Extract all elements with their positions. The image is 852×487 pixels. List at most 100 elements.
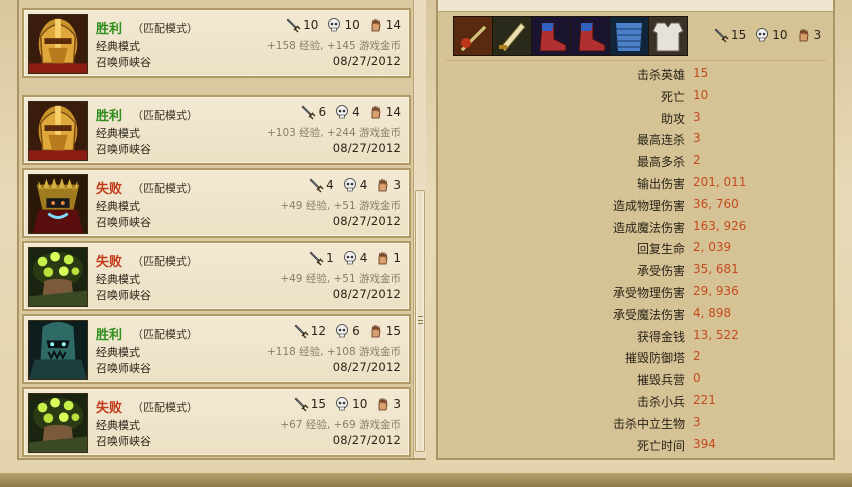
kda-assists: 14: [385, 105, 401, 119]
sword-item-icon[interactable]: [453, 16, 493, 56]
match-result: 胜利: [96, 328, 123, 343]
scroll-grip-icon: [418, 316, 423, 324]
queue-type: 经典模式: [96, 419, 140, 432]
kda-kills: 12: [310, 324, 327, 338]
stat-row: 造成魔法伤害 163, 926: [438, 216, 833, 238]
map-name: 召唤师峡谷: [96, 56, 151, 69]
match-kda: 6 4 14: [300, 103, 401, 121]
stat-value: 10: [693, 87, 709, 102]
stat-label: 承受物理伤害: [612, 286, 685, 300]
stat-row: 承受伤害 35, 681: [438, 259, 833, 281]
match-kda: 12 6 15: [293, 322, 401, 340]
match-result: 失败: [96, 255, 123, 270]
boots-item-icon[interactable]: [570, 16, 610, 56]
skull-icon: [754, 27, 770, 43]
stat-label: 承受魔法伤害: [612, 307, 685, 322]
kda-assists: 3: [393, 397, 401, 411]
match-mode: （匹配模式）: [132, 328, 198, 341]
stat-label: 助攻: [660, 111, 685, 126]
match-row[interactable]: 胜利 （匹配模式） 经典模式 召唤师峡谷 12 6 15 +118 经验, +108 游戏金币…: [22, 314, 411, 384]
sword-icon: [300, 104, 316, 120]
queue-type: 经典模式: [96, 200, 140, 213]
match-result: 失败: [96, 401, 123, 416]
stat-label: 造成魔法伤害: [612, 220, 685, 235]
stat-label: 获得金钱: [636, 329, 685, 344]
kda-kills: 10: [303, 18, 319, 32]
match-row[interactable]: 失败 （匹配模式） 经典模式 召唤师峡谷 1 4 1 +49 经验, +51 游戏金币 08/2…: [22, 241, 411, 311]
queue-type: 经典模式: [96, 273, 140, 286]
stat-value: 15: [693, 66, 709, 80]
kda-deaths: 6: [352, 324, 360, 338]
stat-value: 3: [693, 131, 701, 146]
stat-row: 获得金钱 13, 522: [438, 325, 833, 347]
stat-value: 2: [693, 153, 701, 168]
helping-hand-icon: [368, 323, 384, 339]
scrollbar-thumb[interactable]: [415, 190, 425, 452]
stat-label: 击杀小兵: [636, 395, 685, 409]
stat-row: 死亡 10: [438, 85, 833, 107]
match-result: 失败: [96, 182, 123, 197]
kda-kills: 6: [318, 105, 327, 119]
match-date: 08/27/2012: [332, 287, 401, 301]
stat-row: 输出伤害 201, 011: [438, 172, 833, 194]
armor-item-icon[interactable]: [648, 16, 688, 56]
champion-portrait: [28, 247, 88, 307]
champion-portrait: [28, 14, 88, 74]
kda-assists: 1: [393, 251, 401, 265]
champion-portrait: [28, 101, 88, 161]
match-row[interactable]: 胜利 （匹配模式） 经典模式 召唤师峡谷 6 4 14 +103 经验, +244 游戏金币 0…: [22, 95, 411, 165]
stat-row: 最高多杀 2: [438, 150, 833, 172]
match-mode: （匹配模式）: [132, 182, 198, 195]
stat-row: 造成物理伤害 36, 760: [438, 194, 833, 216]
stat-label: 承受伤害: [636, 264, 685, 279]
skull-icon: [326, 17, 342, 33]
stat-row: 击杀小兵 221: [438, 390, 833, 412]
boots-item-icon[interactable]: [531, 16, 571, 56]
bottom-frame: [0, 473, 852, 487]
blade-item-icon[interactable]: [492, 16, 532, 56]
stat-value: 394: [693, 436, 716, 451]
stat-value: 0: [693, 371, 701, 386]
stat-label: 摧毁兵营: [636, 373, 685, 388]
stat-value: 36, 760: [693, 196, 739, 211]
match-date: 08/27/2012: [332, 214, 401, 228]
map-name: 召唤师峡谷: [96, 143, 151, 156]
stat-label: 回复生命: [636, 242, 685, 257]
skull-icon: [334, 396, 350, 412]
helping-hand-icon: [375, 177, 391, 193]
match-row[interactable]: 失败 （匹配模式） 经典模式 召唤师峡谷 15 10 3 +67 经验, +69 游戏金币 08…: [22, 387, 411, 457]
match-kda: 15 10 3: [293, 395, 401, 413]
kda-deaths: 4: [359, 178, 368, 192]
match-rewards: +67 经验, +69 游戏金币: [280, 419, 401, 431]
match-kda: 4 4 3: [308, 176, 401, 194]
stat-value: 201, 011: [693, 175, 747, 189]
stat-row: 最高连杀 3: [438, 128, 833, 150]
stat-value: 2: [693, 349, 701, 364]
kda-kills: 4: [326, 178, 334, 192]
skull-icon: [342, 250, 358, 266]
sword-icon: [308, 250, 324, 266]
match-mode: （匹配模式）: [132, 22, 198, 35]
champion-portrait: [28, 320, 88, 380]
skull-icon: [334, 323, 350, 339]
kda-kills: 1: [326, 251, 334, 265]
stat-label: 死亡: [660, 89, 685, 104]
stat-row: 死亡时间 394: [438, 434, 833, 456]
stat-row: 摧毁防御塔 2: [438, 346, 833, 368]
item-build: [453, 16, 688, 56]
kda-kills: 15: [310, 397, 327, 411]
kda-deaths: 10: [344, 18, 360, 32]
queue-type: 经典模式: [96, 127, 140, 140]
match-row[interactable]: 失败 （匹配模式） 经典模式 召唤师峡谷 4 4 3 +49 经验, +51 游戏金币 08/2…: [22, 168, 411, 238]
detail-assists: 3: [813, 28, 822, 42]
stat-row: 回复生命 2, 039: [438, 237, 833, 259]
map-name: 召唤师峡谷: [96, 216, 151, 229]
match-mode: （匹配模式）: [132, 109, 198, 122]
match-mode: （匹配模式）: [132, 255, 198, 268]
stat-row: 击杀英雄 15: [438, 63, 833, 85]
stat-label: 造成物理伤害: [612, 198, 685, 213]
chainmail-item-icon[interactable]: [609, 16, 649, 56]
match-list-scrollbar[interactable]: [413, 0, 426, 458]
match-mode: （匹配模式）: [132, 401, 198, 414]
match-row[interactable]: 胜利 （匹配模式） 经典模式 召唤师峡谷 10 10 14 +158 经验, +145 游戏金…: [22, 8, 411, 78]
